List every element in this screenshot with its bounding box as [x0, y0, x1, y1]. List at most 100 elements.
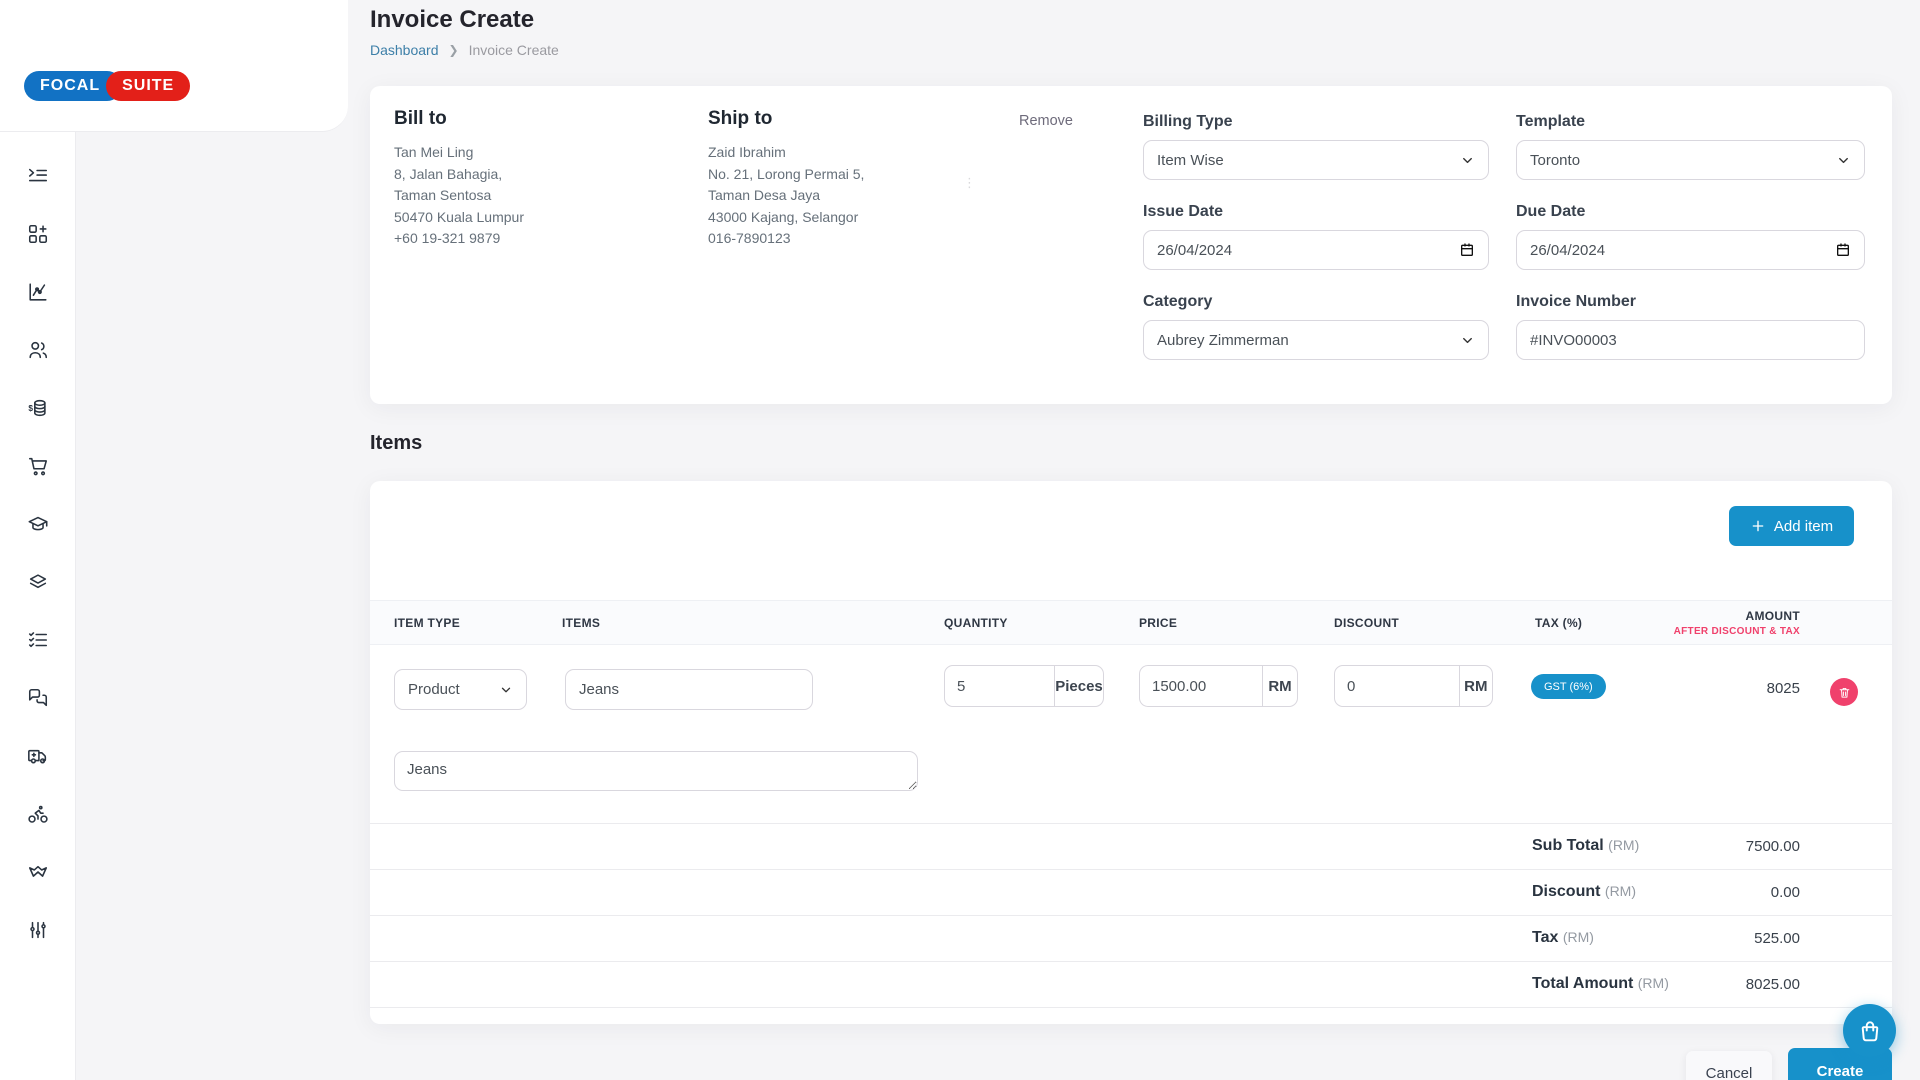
chevron-down-icon: [1460, 153, 1475, 168]
price-unit: RM: [1262, 666, 1297, 706]
trash-icon: [1838, 686, 1851, 699]
ship-to-line: Taman Desa Jaya: [708, 185, 864, 207]
category-label: Category: [1143, 293, 1489, 311]
plus-icon: [1750, 518, 1766, 534]
bill-to-heading: Bill to: [394, 108, 524, 130]
totals-section: Sub Total (RM) 7500.00 Discount (RM) 0.0…: [370, 823, 1892, 1008]
sliders-icon[interactable]: [26, 919, 50, 941]
template-value: Toronto: [1530, 152, 1580, 169]
drag-handle-dots: ⋮: [963, 178, 976, 187]
col-item-type: ITEM TYPE: [394, 601, 460, 644]
bill-to-line: Tan Mei Ling: [394, 142, 524, 164]
col-amount-note: AFTER DISCOUNT & TAX: [1674, 626, 1800, 637]
layers-icon[interactable]: [26, 571, 50, 593]
col-price: PRICE: [1139, 601, 1177, 644]
add-item-button[interactable]: Add item: [1729, 506, 1854, 546]
indent-menu-icon[interactable]: [26, 165, 50, 187]
wings-icon[interactable]: [26, 861, 50, 883]
ambulance-icon[interactable]: [26, 745, 50, 767]
billing-type-select[interactable]: Item Wise: [1143, 140, 1489, 180]
bike-icon[interactable]: [26, 803, 50, 825]
graduation-cap-icon[interactable]: [26, 513, 50, 535]
subtotal-row: Sub Total (RM) 7500.00: [370, 823, 1892, 869]
logo-suite-segment: SUITE: [106, 71, 190, 101]
quantity-input[interactable]: [945, 666, 1054, 706]
quantity-unit: Pieces: [1054, 666, 1103, 706]
template-label: Template: [1516, 113, 1865, 131]
cart-icon[interactable]: [26, 455, 50, 477]
chevron-right-icon: ❯: [449, 43, 459, 57]
category-select[interactable]: Aubrey Zimmerman: [1143, 320, 1489, 360]
subtotal-label: Sub Total (RM): [1532, 837, 1639, 855]
invoice-number-field: Invoice Number: [1516, 293, 1865, 360]
item-description-textarea[interactable]: Jeans: [394, 751, 918, 791]
tax-row: Tax (RM) 525.00: [370, 915, 1892, 961]
discount-label: Discount (RM): [1532, 883, 1636, 901]
billing-type-field: Billing Type Item Wise: [1143, 113, 1489, 180]
fab-shopping-bag-button[interactable]: [1843, 1004, 1896, 1057]
col-items: ITEMS: [562, 601, 600, 644]
ship-to-block: Ship to Zaid Ibrahim No. 21, Lorong Perm…: [708, 108, 864, 250]
bill-to-line: 8, Jalan Bahagia,: [394, 164, 524, 186]
users-icon[interactable]: [26, 339, 50, 361]
category-field: Category Aubrey Zimmerman: [1143, 293, 1489, 360]
cancel-button[interactable]: Cancel: [1686, 1051, 1772, 1080]
total-amount-label: Total Amount (RM): [1532, 975, 1669, 993]
col-discount: DISCOUNT: [1334, 601, 1399, 644]
row-amount: 8025: [1767, 680, 1800, 697]
breadcrumb: Dashboard ❯ Invoice Create: [370, 42, 559, 58]
item-type-select[interactable]: Product: [394, 669, 527, 710]
col-quantity: QUANTITY: [944, 601, 1008, 644]
checklist-icon[interactable]: [26, 629, 50, 651]
issue-date-label: Issue Date: [1143, 203, 1489, 221]
discount-value: 0.00: [1771, 884, 1800, 901]
bill-to-block: Bill to Tan Mei Ling 8, Jalan Bahagia, T…: [394, 108, 524, 250]
page-title: Invoice Create: [370, 6, 534, 34]
col-amount-title: AMOUNT: [1746, 609, 1800, 623]
discount-input[interactable]: [1335, 666, 1459, 706]
due-date-field: Due Date 26/04/2024: [1516, 203, 1865, 270]
focal-suite-logo[interactable]: FOCAL SUITE: [24, 71, 190, 101]
chart-icon[interactable]: [26, 281, 50, 303]
col-amount: AMOUNT AFTER DISCOUNT & TAX: [1674, 601, 1800, 644]
issue-date-field: Issue Date 26/04/2024: [1143, 203, 1489, 270]
total-amount-row: Total Amount (RM) 8025.00: [370, 961, 1892, 1008]
coins-icon[interactable]: $: [26, 397, 50, 419]
price-group: RM: [1139, 665, 1298, 707]
item-name-input[interactable]: [565, 669, 813, 710]
items-section-title: Items: [370, 432, 422, 455]
chevron-down-icon: [1460, 333, 1475, 348]
shopping-bag-icon: [1857, 1018, 1883, 1044]
subtotal-value: 7500.00: [1746, 838, 1800, 855]
tax-badge[interactable]: GST (6%): [1531, 674, 1606, 699]
grid-plus-icon[interactable]: [26, 223, 50, 245]
invoice-number-input[interactable]: [1516, 320, 1865, 360]
app-root: FOCAL SUITE $ Invoice Create Dashboard ❯…: [0, 0, 1920, 1080]
ship-to-line: Zaid Ibrahim: [708, 142, 864, 164]
bill-to-line: Taman Sentosa: [394, 185, 524, 207]
chat-icon[interactable]: [26, 687, 50, 709]
col-tax: TAX (%): [1535, 601, 1582, 644]
ship-to-heading: Ship to: [708, 108, 864, 130]
breadcrumb-current: Invoice Create: [469, 42, 559, 58]
billing-type-value: Item Wise: [1157, 152, 1224, 169]
bill-to-line: 50470 Kuala Lumpur: [394, 207, 524, 229]
ship-to-line: No. 21, Lorong Permai 5,: [708, 164, 864, 186]
tax-label: Tax (RM): [1532, 929, 1594, 947]
billing-type-label: Billing Type: [1143, 113, 1489, 131]
template-select[interactable]: Toronto: [1516, 140, 1865, 180]
price-input[interactable]: [1140, 666, 1262, 706]
breadcrumb-dashboard-link[interactable]: Dashboard: [370, 42, 439, 58]
template-field: Template Toronto: [1516, 113, 1865, 180]
delete-item-button[interactable]: [1830, 678, 1858, 706]
issue-date-input[interactable]: 26/04/2024: [1143, 230, 1489, 270]
invoice-number-label: Invoice Number: [1516, 293, 1865, 311]
discount-group: RM: [1334, 665, 1493, 707]
remove-link[interactable]: Remove: [1019, 113, 1073, 129]
svg-text:$: $: [28, 404, 33, 413]
issue-date-value: 26/04/2024: [1157, 242, 1232, 259]
discount-unit: RM: [1459, 666, 1492, 706]
category-value: Aubrey Zimmerman: [1157, 332, 1289, 349]
discount-row: Discount (RM) 0.00: [370, 869, 1892, 915]
due-date-input[interactable]: 26/04/2024: [1516, 230, 1865, 270]
